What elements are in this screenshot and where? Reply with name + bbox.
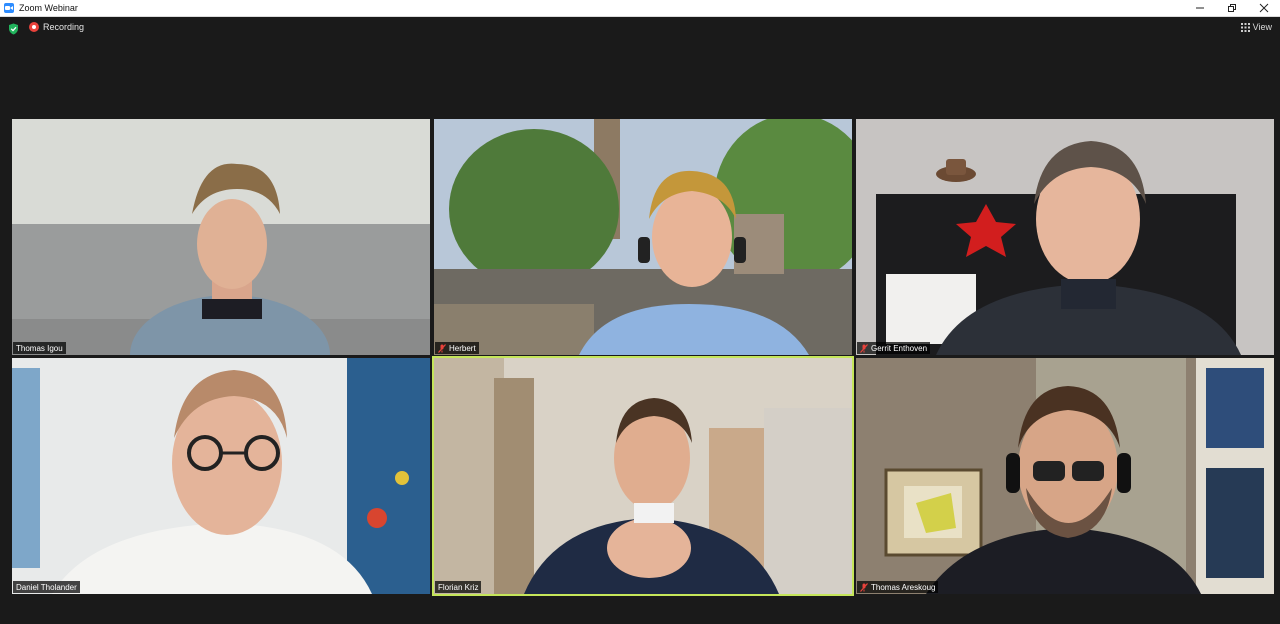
video-tile-thomas-areskoug[interactable]: Thomas Areskoug <box>856 358 1274 594</box>
recording-indicator[interactable]: Recording <box>29 22 84 32</box>
participant-video <box>434 358 852 594</box>
window-title: Zoom Webinar <box>19 3 78 13</box>
muted-mic-icon <box>860 343 868 353</box>
restore-icon <box>1228 4 1236 12</box>
participant-name: Gerrit Enthoven <box>871 343 928 353</box>
participant-name-tag: Florian Kriz <box>435 581 482 593</box>
video-tile-herbert[interactable]: Herbert <box>434 119 852 355</box>
minimize-icon <box>1196 7 1204 9</box>
grid-view-icon <box>1240 22 1250 32</box>
recording-label: Recording <box>43 22 85 32</box>
view-button[interactable]: View <box>1240 22 1272 32</box>
participant-name-tag: Thomas Igou <box>13 342 66 354</box>
muted-mic-icon <box>860 582 868 592</box>
zoom-app-icon <box>4 3 14 13</box>
encryption-shield-icon[interactable] <box>8 23 19 35</box>
participant-name: Thomas Areskoug <box>871 582 936 592</box>
restore-button[interactable] <box>1216 0 1248 16</box>
close-button[interactable] <box>1248 0 1280 16</box>
muted-mic-icon <box>438 343 446 353</box>
video-tile-thomas-igou[interactable]: Thomas Igou <box>12 119 430 355</box>
close-icon <box>1259 3 1269 13</box>
meeting-topbar: Recording View <box>0 17 1280 41</box>
participant-name: Herbert <box>449 343 476 353</box>
recording-icon <box>29 22 39 32</box>
participant-name-tag: Gerrit Enthoven <box>857 342 931 354</box>
participant-video <box>12 358 430 594</box>
minimize-button[interactable] <box>1184 0 1216 16</box>
participant-name-tag: Herbert <box>435 342 479 354</box>
participant-video <box>856 119 1274 355</box>
participant-video <box>12 119 430 355</box>
video-tile-gerrit-enthoven[interactable]: Gerrit Enthoven <box>856 119 1274 355</box>
video-tile-florian-kriz[interactable]: Florian Kriz <box>432 356 854 596</box>
view-label: View <box>1252 22 1272 32</box>
window-titlebar: Zoom Webinar <box>0 0 1280 17</box>
participant-video <box>856 358 1274 594</box>
participant-video <box>434 119 852 355</box>
participant-name: Thomas Igou <box>16 343 63 353</box>
participant-name-tag: Daniel Tholander <box>13 581 80 593</box>
participant-name: Florian Kriz <box>438 582 479 592</box>
participant-name-tag: Thomas Areskoug <box>857 581 939 593</box>
participant-name: Daniel Tholander <box>16 582 77 592</box>
video-tile-daniel-tholander[interactable]: Daniel Tholander <box>12 358 430 594</box>
window-controls <box>1184 0 1280 16</box>
